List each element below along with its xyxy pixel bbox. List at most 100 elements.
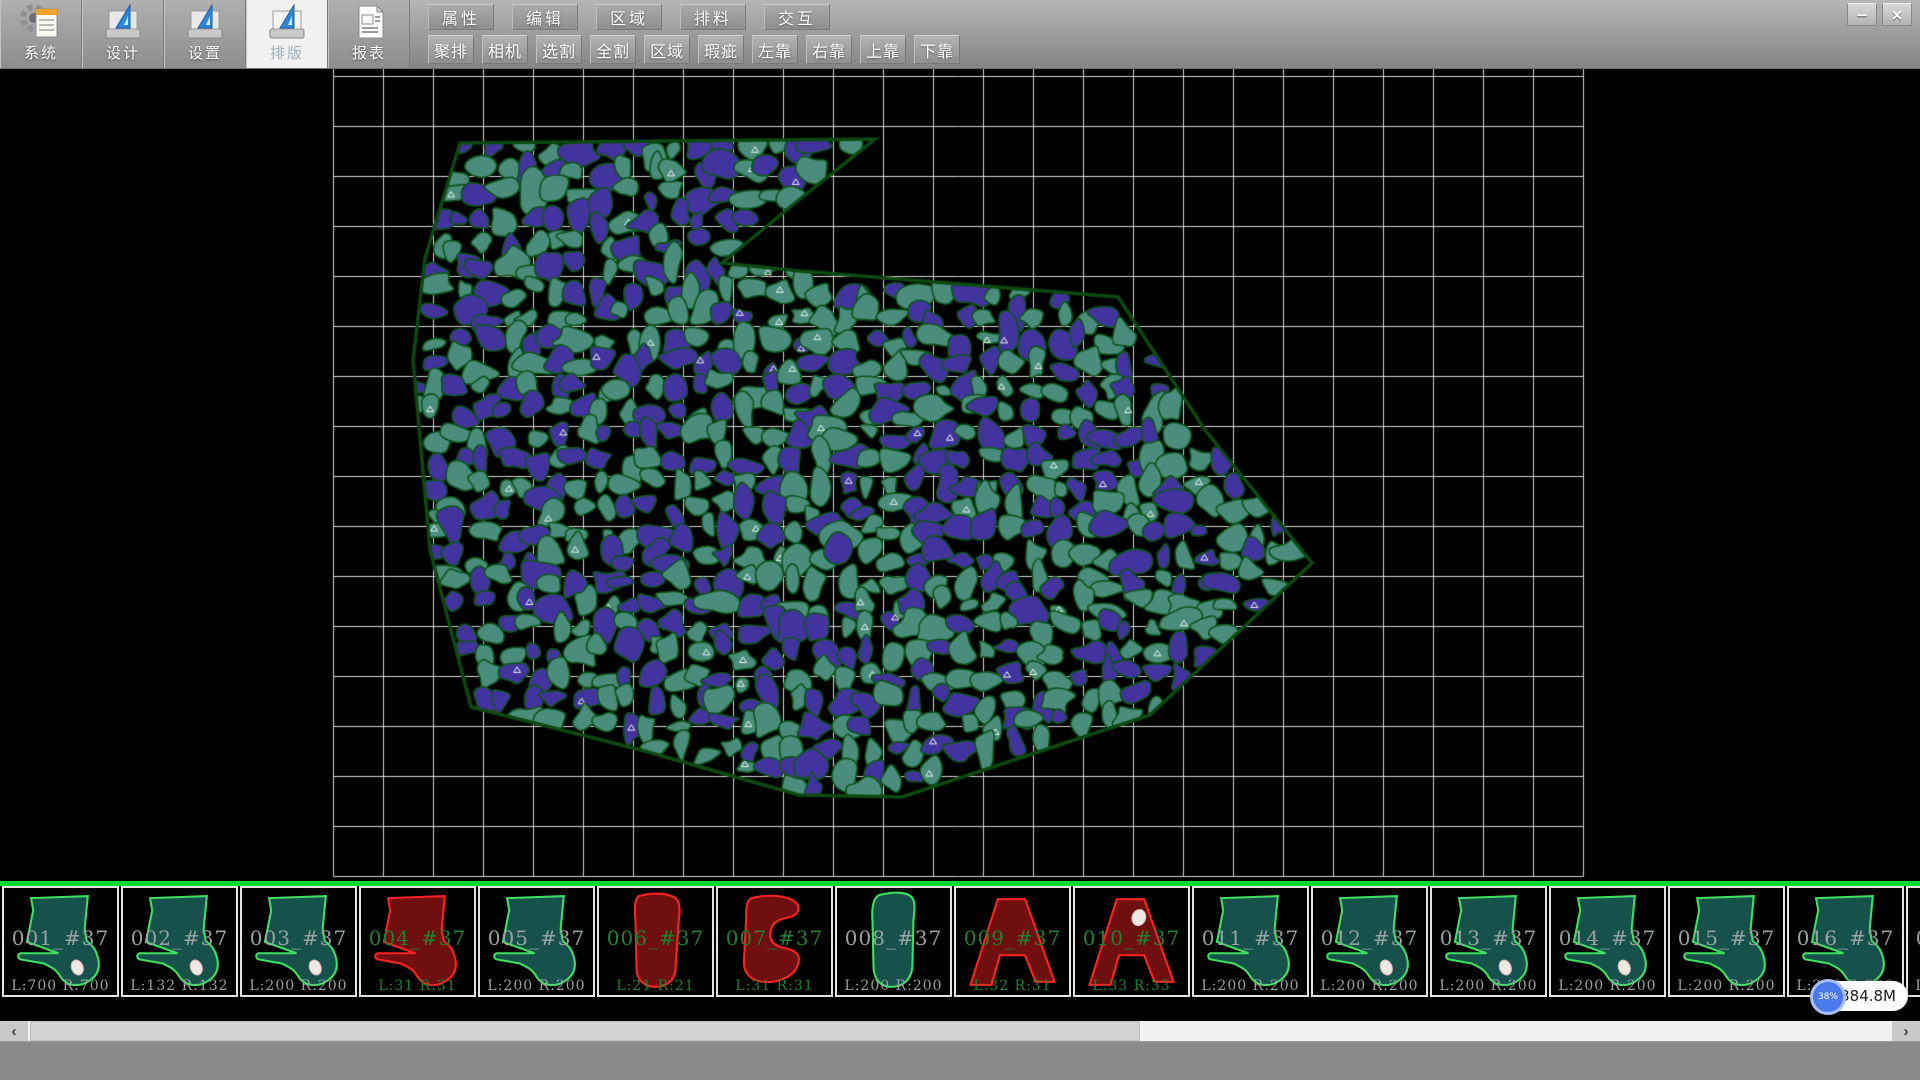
part-id-label: 009_#37 — [956, 926, 1069, 950]
menu-item-region[interactable]: 区域 — [596, 4, 662, 30]
part-lr-label: L:200 R:200 — [1432, 978, 1545, 994]
ribbon-button-label: 设置 — [188, 43, 222, 63]
ribbon-button-design[interactable]: 设计 — [82, 0, 164, 68]
part-thumbnail[interactable]: 012_#37 L:200 R:200 — [1311, 886, 1428, 997]
close-button[interactable]: × — [1882, 3, 1912, 26]
close-icon: × — [1891, 6, 1904, 24]
ribbon-button-settings[interactable]: 设置 — [164, 0, 246, 68]
part-id-label: 004_#37 — [361, 926, 474, 950]
part-thumbnail[interactable]: 014_#37 L:200 R:200 — [1549, 886, 1666, 997]
part-lr-label: L:700 R:700 — [4, 978, 117, 994]
part-id-label: 014_#37 — [1551, 926, 1664, 950]
part-id-label: 007_#37 — [718, 926, 831, 950]
scrollbar-track[interactable] — [28, 1021, 1892, 1041]
menu-area: 属性 编辑 区域 排料 交互 聚排 相机 选割 全割 区域 瑕疵 左靠 右靠 上… — [428, 0, 968, 64]
part-lr-label: L:132 R:132 — [123, 978, 236, 994]
part-id-label: 001_#37 — [4, 926, 117, 950]
scrollbar-thumb[interactable] — [30, 1021, 1140, 1041]
ribbon-button-label: 排版 — [270, 43, 304, 63]
part-id-label: 002_#37 — [123, 926, 236, 950]
part-thumbnail[interactable]: 004_#37 L:31 R:31 — [359, 886, 476, 997]
part-id-label: 003_#37 — [242, 926, 355, 950]
tool-region[interactable]: 区域 — [644, 35, 690, 64]
part-thumbnail[interactable]: 001_#37 L:700 R:700 — [2, 886, 119, 997]
memory-badge: 384.8M 38% — [1810, 980, 1910, 1014]
scroll-right-button[interactable]: › — [1892, 1021, 1920, 1041]
part-thumbnail[interactable]: 013_#37 L:200 R:200 — [1430, 886, 1547, 997]
design-icon — [101, 1, 145, 43]
part-thumbnail[interactable]: 008_#37 L:200 R:200 — [835, 886, 952, 997]
part-lr-label: L:200 R:200 — [1670, 978, 1783, 994]
ribbon-button-label: 系统 — [24, 43, 58, 63]
part-id-label: 015_#37 — [1670, 926, 1783, 950]
tool-row: 聚排 相机 选割 全割 区域 瑕疵 左靠 右靠 上靠 下靠 — [428, 35, 968, 64]
top-toolbar: 系统 设计 设置 排版 — [0, 0, 1920, 69]
part-lr-label: L:200 R:200 — [1313, 978, 1426, 994]
settings-icon — [183, 1, 227, 43]
tool-defect[interactable]: 瑕疵 — [698, 35, 744, 64]
part-thumbnail[interactable]: 011_#37 L:200 R:200 — [1192, 886, 1309, 997]
ribbon-buttons: 系统 设计 设置 排版 — [0, 0, 410, 68]
menu-item-nesting[interactable]: 排料 — [680, 4, 746, 30]
progress-circle: 38% — [1810, 979, 1846, 1015]
ribbon-button-label: 设计 — [106, 43, 140, 63]
nesting-canvas[interactable] — [0, 68, 1920, 881]
part-thumbnail[interactable]: 015_#37 L:200 R:200 — [1668, 886, 1785, 997]
menu-item-edit[interactable]: 编辑 — [512, 4, 578, 30]
scroll-left-button[interactable]: ‹ — [0, 1021, 28, 1041]
part-id-label: 012_#37 — [1313, 926, 1426, 950]
part-lr-label: L:31 R:31 — [718, 978, 831, 994]
part-lr-label: L:31 R:31 — [361, 978, 474, 994]
scroll-right-icon: › — [1904, 1023, 1909, 1040]
tool-snap-left[interactable]: 左靠 — [752, 35, 798, 64]
part-thumbnail[interactable]: 006_#37 L:21 R:21 — [597, 886, 714, 997]
ribbon-button-label: 报表 — [352, 43, 386, 63]
part-id-label: 013_#37 — [1432, 926, 1545, 950]
part-thumbnail[interactable]: 005_#37 L:200 R:200 — [478, 886, 595, 997]
part-id-label: 010_#37 — [1075, 926, 1188, 950]
ribbon-button-layout[interactable]: 排版 — [246, 0, 328, 68]
horizontal-scrollbar: ‹ › — [0, 1021, 1920, 1041]
minimize-button[interactable]: − — [1847, 3, 1877, 26]
part-id-label: 005_#37 — [480, 926, 593, 950]
status-bar — [0, 1041, 1920, 1080]
scroll-left-icon: ‹ — [12, 1023, 17, 1040]
ribbon-button-report[interactable]: 报表 — [328, 0, 410, 68]
app-window: 系统 设计 设置 排版 — [0, 0, 1920, 1080]
tool-snap-down[interactable]: 下靠 — [914, 35, 960, 64]
part-thumbnail[interactable]: 003_#37 L:200 R:200 — [240, 886, 357, 997]
part-id-label: 008_#37 — [837, 926, 950, 950]
report-icon — [347, 1, 391, 43]
part-lr-label: L:200 R:200 — [480, 978, 593, 994]
layout-icon — [265, 1, 309, 43]
system-icon — [19, 1, 63, 43]
part-thumbnail[interactable]: 007_#37 L:31 R:31 — [716, 886, 833, 997]
part-lr-label: L:32 R:31 — [956, 978, 1069, 994]
part-lr-label: L:33 R:33 — [1075, 978, 1188, 994]
part-id-label: 016_#37 — [1789, 926, 1902, 950]
menu-row: 属性 编辑 区域 排料 交互 — [428, 4, 968, 30]
parts-filmstrip: 001_#37 L:700 R:700 002_#37 L:132 R:132 … — [0, 886, 1920, 1001]
part-lr-label: L:200 R:200 — [242, 978, 355, 994]
part-lr-label: L:21 R:21 — [599, 978, 712, 994]
minimize-icon: − — [1856, 6, 1869, 24]
window-controls: − × — [1847, 3, 1912, 26]
part-lr-label: L:200 R:200 — [1551, 978, 1664, 994]
part-lr-label: L:200 R:200 — [1194, 978, 1307, 994]
tool-snap-right[interactable]: 右靠 — [806, 35, 852, 64]
tool-cut-all[interactable]: 全割 — [590, 35, 636, 64]
tool-camera[interactable]: 相机 — [482, 35, 528, 64]
tool-cluster-nest[interactable]: 聚排 — [428, 35, 474, 64]
part-id-label: 017_#37 — [1908, 926, 1920, 950]
part-id-label: 011_#37 — [1194, 926, 1307, 950]
tool-snap-up[interactable]: 上靠 — [860, 35, 906, 64]
part-thumbnail[interactable]: 010_#37 L:33 R:33 — [1073, 886, 1190, 997]
tool-select-cut[interactable]: 选割 — [536, 35, 582, 64]
menu-item-properties[interactable]: 属性 — [428, 4, 494, 30]
part-lr-label: L:200 R:200 — [837, 978, 950, 994]
part-thumbnail[interactable]: 009_#37 L:32 R:31 — [954, 886, 1071, 997]
part-thumbnail[interactable]: 002_#37 L:132 R:132 — [121, 886, 238, 997]
part-id-label: 006_#37 — [599, 926, 712, 950]
menu-item-interaction[interactable]: 交互 — [764, 4, 830, 30]
ribbon-button-system[interactable]: 系统 — [0, 0, 82, 68]
